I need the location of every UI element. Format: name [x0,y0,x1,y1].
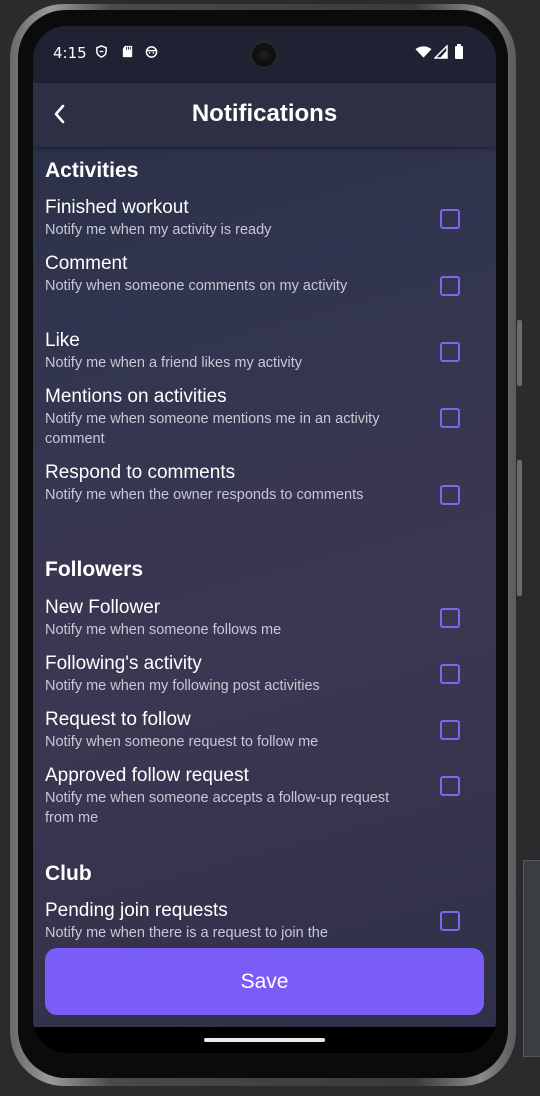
item-description: Notify me when there is a request to joi… [45,925,328,941]
item-description: Notify me when my following post activit… [45,678,320,694]
checkbox-mentions[interactable] [440,408,460,428]
list-item: Approved follow request Notify me when s… [45,765,485,828]
list-item: Comment Notify when someone comments on … [45,253,485,296]
device-screen: 4:15 Notifications Activities Finished w… [33,26,496,1053]
list-item: Like Notify me when a friend likes my ac… [45,330,485,373]
checkbox-comment[interactable] [440,276,460,296]
cell-signal-icon [434,45,448,59]
item-title: Finished workout [45,197,189,218]
item-description: Notify when someone request to follow me [45,734,319,750]
checkbox-finished-workout[interactable] [440,209,460,229]
volume-button [517,320,522,386]
checkbox-approved-request[interactable] [440,776,460,796]
item-title: Respond to comments [45,462,236,483]
settings-list[interactable]: Activities Finished workout Notify me wh… [33,147,496,1027]
section-title-followers: Followers [45,558,144,581]
front-camera [250,41,278,69]
gesture-handle[interactable] [204,1038,325,1042]
save-button[interactable]: Save [45,948,484,1015]
checkbox-respond-comments[interactable] [440,485,460,505]
app-bar: Notifications [33,83,496,147]
ide-side-panel [523,860,540,1057]
item-title: Pending join requests [45,900,228,921]
item-title: Like [45,330,80,351]
battery-icon [455,44,463,59]
item-title: Mentions on activities [45,386,227,407]
item-description: Notify me when someone follows me [45,622,282,638]
list-item: Pending join requests Notify me when the… [45,900,485,943]
status-time: 4:15 [53,44,87,62]
item-description: Notify me when my activity is ready [45,222,272,238]
item-description: Notify me when someone accepts a follow-… [45,790,390,826]
list-item: Following's activity Notify me when my f… [45,653,485,696]
power-button [517,460,522,596]
robot-face-icon [145,46,158,58]
list-item: Mentions on activities Notify me when so… [45,386,485,449]
item-title: Request to follow [45,709,191,730]
item-description: Notify me when a friend likes my activit… [45,355,303,371]
navigation-bar [33,1027,496,1053]
item-title: New Follower [45,597,161,618]
checkbox-pending-join[interactable] [440,911,460,931]
section-title-club: Club [45,862,92,885]
list-item: Request to follow Notify when someone re… [45,709,485,752]
sd-card-icon [122,45,133,58]
wifi-icon [415,46,432,58]
item-description: Notify me when someone mentions me in an… [45,411,380,447]
checkbox-following-activity[interactable] [440,664,460,684]
list-item: Respond to comments Notify me when the o… [45,462,485,505]
checkbox-new-follower[interactable] [440,608,460,628]
section-title-activities: Activities [45,159,139,182]
page-title: Notifications [191,100,338,127]
status-bar: 4:15 [33,26,496,83]
item-description: Notify when someone comments on my activ… [45,278,348,294]
item-title: Approved follow request [45,765,249,786]
list-item: Finished workout Notify me when my activ… [45,197,485,240]
shield-icon [96,45,107,58]
list-item: New Follower Notify me when someone foll… [45,597,485,640]
item-title: Following's activity [45,653,202,674]
item-title: Comment [45,253,128,274]
checkbox-like[interactable] [440,342,460,362]
checkbox-request-follow[interactable] [440,720,460,740]
item-description: Notify me when the owner responds to com… [45,487,364,503]
